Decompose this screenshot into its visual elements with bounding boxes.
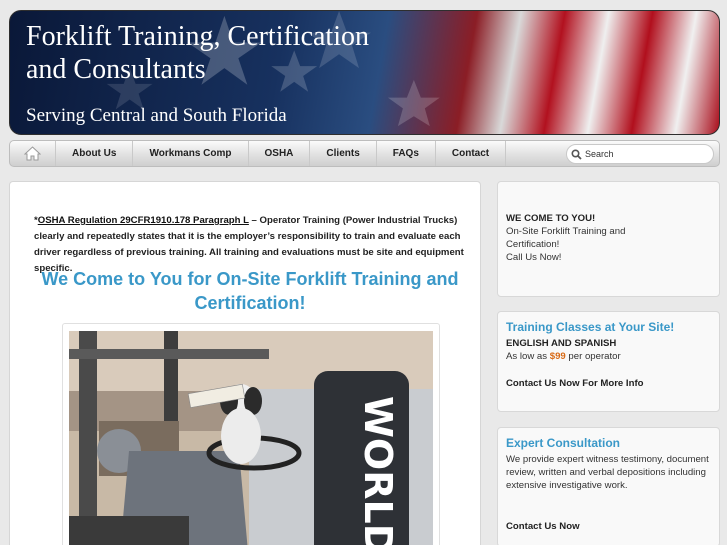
sidebar-training-classes-box: Training Classes at Your Site! ENGLISH A… [497,311,720,412]
home-icon [24,146,41,161]
nav-item-clients[interactable]: Clients [310,141,377,166]
training-languages: ENGLISH AND SPANISH [506,338,617,349]
site-title[interactable]: Forklift Training, Certification and Con… [26,20,416,86]
nav-home[interactable] [10,141,56,166]
nav-item-contact[interactable]: Contact [436,141,507,166]
come-to-you-line3: Call Us Now! [506,252,562,263]
sidebar-expert-consultation-box: Expert Consultation We provide expert wi… [497,427,720,545]
training-classes-title[interactable]: Training Classes at Your Site! [506,320,674,334]
expert-consultation-title[interactable]: Expert Consultation [506,436,620,450]
come-to-you-title: WE COME TO YOU! [506,213,596,224]
search-icon[interactable] [571,148,582,160]
site-tagline: Serving Central and South Florida [26,105,287,126]
training-price-line: As low as $99 per operator [506,350,711,363]
expert-consultation-text: We provide expert witness testimony, doc… [506,454,709,491]
price-value: $99 [549,351,566,362]
search-input[interactable] [585,149,705,159]
nav-item-faqs[interactable]: FAQs [377,141,436,166]
contact-us-now-link[interactable]: Contact Us Now [506,520,711,533]
osha-regulation-link[interactable]: OSHA Regulation 29CFR1910.178 Paragraph … [38,215,249,226]
come-to-you-line2: Certification! [506,239,560,250]
price-suffix: per operator [565,351,621,362]
come-to-you-line1: On-Site Forklift Training and [506,226,626,237]
nav-item-about-us[interactable]: About Us [56,141,134,166]
sidebar-come-to-you-box: WE COME TO YOU! On-Site Forklift Trainin… [497,181,720,297]
main-heading: We Come to You for On-Site Forklift Trai… [41,269,459,313]
site-title-line2: and Consultants [26,54,206,85]
forklift-brand-text: WORLD [356,396,400,545]
nav-item-workmans-comp[interactable]: Workmans Comp [133,141,249,166]
forklift-dog-photo: WORLD [69,331,433,545]
contact-for-info-link[interactable]: Contact Us Now For More Info [506,377,711,390]
main-navigation: About Us Workmans Comp OSHA Clients FAQs… [9,140,720,167]
nav-item-osha[interactable]: OSHA [249,141,311,166]
search-box [566,144,714,164]
site-title-line1: Forklift Training, Certification [26,21,369,52]
forklift-photo-frame: WORLD [62,323,440,545]
site-header: Forklift Training, Certification and Con… [9,10,720,135]
main-content: *OSHA Regulation 29CFR1910.178 Paragraph… [9,181,481,545]
price-prefix: As low as [506,351,550,362]
